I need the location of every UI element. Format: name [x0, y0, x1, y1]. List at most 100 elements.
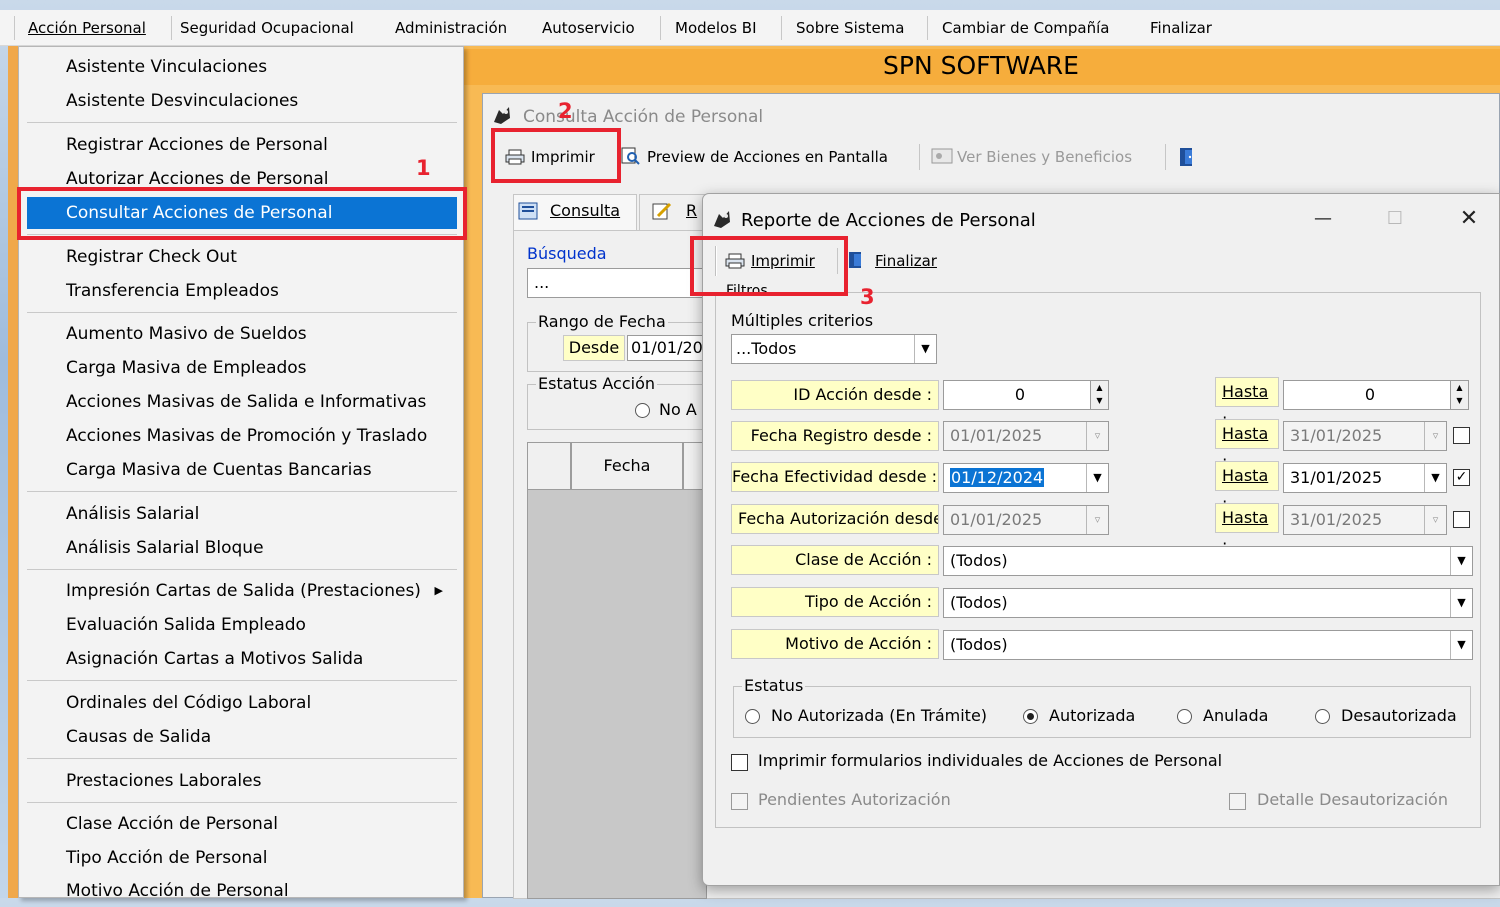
menu-separator [27, 680, 457, 681]
menu-item-analisis-salarial[interactable]: Análisis Salarial [27, 498, 457, 530]
menu-item-transferencia-empleados[interactable]: Transferencia Empleados [27, 275, 457, 307]
exit-door-icon [847, 249, 869, 268]
menu-cambiar-compania[interactable]: Cambiar de Compañía [934, 10, 1117, 46]
id-hasta-value: 0 [1364, 385, 1376, 404]
menu-item-asistente-vinculaciones[interactable]: Asistente Vinculaciones [27, 51, 457, 83]
radio-anulada[interactable] [1177, 709, 1192, 724]
menu-item-impresion-cartas-salida[interactable]: Impresión Cartas de Salida (Prestaciones… [27, 575, 457, 607]
reporte-finalizar-button[interactable]: Finalizar [847, 246, 937, 276]
menu-item-asistente-desvinculaciones[interactable]: Asistente Desvinculaciones [27, 85, 457, 117]
menu-item-analisis-salarial-bloque[interactable]: Análisis Salarial Bloque [27, 532, 457, 564]
menu-separator [27, 758, 457, 759]
menu-item-asignacion-cartas[interactable]: Asignación Cartas a Motivos Salida [27, 643, 457, 675]
motivo-accion-select[interactable]: (Todos) ▼ [943, 630, 1473, 660]
menu-item-prestaciones-laborales[interactable]: Prestaciones Laborales [27, 765, 457, 797]
menu-item-impresion-cartas-label: Impresión Cartas de Salida (Prestaciones… [66, 581, 421, 601]
menu-finalizar[interactable]: Finalizar [1142, 10, 1220, 46]
ver-bienes-button[interactable]: Ver Bienes y Beneficios [931, 142, 1132, 172]
main-menubar: Acción Personal Seguridad Ocupacional Ad… [0, 10, 1500, 46]
menu-autoservicio[interactable]: Autoservicio [534, 10, 643, 46]
menu-item-aumento-masivo[interactable]: Aumento Masivo de Sueldos [27, 318, 457, 350]
tab-second-label: R [686, 201, 698, 220]
grid-header-fecha[interactable]: Fecha [571, 442, 683, 490]
efectividad-enable-checkbox[interactable]: ✓ [1453, 469, 1470, 486]
clase-accion-value: (Todos) [950, 551, 1008, 570]
menu-separator [27, 122, 457, 123]
menu-item-acciones-masivas-promocion[interactable]: Acciones Masivas de Promoción y Traslado [27, 420, 457, 452]
menu-item-acciones-masivas-salida[interactable]: Acciones Masivas de Salida e Informativa… [27, 386, 457, 418]
pendientes-autorizacion-label: Pendientes Autorización [758, 790, 951, 809]
menu-item-tipo-accion[interactable]: Tipo Acción de Personal [27, 842, 457, 874]
spinner-icon[interactable]: ▲ ▼ [1450, 381, 1468, 409]
menu-seguridad-ocupacional[interactable]: Seguridad Ocupacional [172, 10, 362, 46]
clase-accion-label: Clase de Acción : [731, 545, 939, 575]
menu-separator [27, 569, 457, 570]
fecha-efectividad-label: Fecha Efectividad desde : [731, 462, 939, 492]
menu-item-evaluacion-salida[interactable]: Evaluación Salida Empleado [27, 609, 457, 641]
consulta-grid[interactable] [527, 442, 707, 899]
minimize-button[interactable]: — [1303, 194, 1343, 244]
chevron-down-icon: ▿ [1086, 506, 1108, 534]
autorizacion-enable-checkbox[interactable] [1453, 511, 1470, 528]
spinner-icon[interactable]: ▲ ▼ [1090, 381, 1108, 409]
menu-accion-personal[interactable]: Acción Personal [20, 10, 154, 46]
rango-fecha-label: Rango de Fecha [536, 312, 668, 331]
hasta-label: Hasta : [1215, 461, 1279, 513]
close-button[interactable]: ✕ [1449, 194, 1489, 244]
pendientes-autorizacion-checkbox[interactable] [731, 793, 748, 810]
tipo-accion-select[interactable]: (Todos) ▼ [943, 588, 1473, 618]
radio-no-autorizada[interactable] [745, 709, 760, 724]
menu-item-motivo-accion[interactable]: Motivo Acción de Personal [27, 875, 457, 907]
tab-consulta[interactable]: Consulta [513, 194, 637, 230]
menu-item-registrar-acciones[interactable]: Registrar Acciones de Personal [27, 129, 457, 161]
consulta-tab-icon [518, 202, 538, 220]
fecha-efectividad-hasta-input[interactable]: 31/01/2025 ▼ [1283, 463, 1447, 493]
menu-item-clase-accion[interactable]: Clase Acción de Personal [27, 808, 457, 840]
busqueda-input[interactable]: ... [527, 268, 707, 298]
criterios-select[interactable]: ...Todos ▼ [731, 334, 937, 364]
menu-modelos-bi[interactable]: Modelos BI [667, 10, 765, 46]
menu-sobre-sistema[interactable]: Sobre Sistema [788, 10, 912, 46]
registro-enable-checkbox[interactable] [1453, 427, 1470, 444]
menu-item-ordinales-codigo[interactable]: Ordinales del Código Laboral [27, 687, 457, 719]
menu-item-carga-masiva-empleados[interactable]: Carga Masiva de Empleados [27, 352, 457, 384]
motivo-accion-label: Motivo de Acción : [731, 629, 939, 659]
menubar-separator [927, 16, 928, 40]
chevron-down-icon: ▿ [1424, 506, 1446, 534]
menu-item-registrar-check-out[interactable]: Registrar Check Out [27, 241, 457, 273]
menu-administracion[interactable]: Administración [387, 10, 515, 46]
maximize-button[interactable]: ☐ [1375, 194, 1415, 244]
imprimir-formularios-checkbox[interactable] [731, 754, 748, 771]
fecha-autorizacion-label: Fecha Autorización desde [731, 504, 939, 534]
hasta-label: Hasta : [1215, 503, 1279, 555]
menu-item-carga-cuentas-bancarias[interactable]: Carga Masiva de Cuentas Bancarias [27, 454, 457, 486]
fecha-registro-hasta-input[interactable]: 31/01/2025 ▿ [1283, 421, 1447, 451]
no-autorizada-radio[interactable] [635, 403, 650, 418]
id-desde-value: 0 [1014, 385, 1026, 404]
radio-autorizada[interactable] [1023, 709, 1038, 724]
reporte-finalizar-label: Finalizar [875, 252, 937, 270]
clase-accion-select[interactable]: (Todos) ▼ [943, 546, 1473, 576]
exit-door-icon[interactable] [1177, 146, 1199, 168]
fecha-autorizacion-desde-input[interactable]: 01/01/2025 ▿ [943, 505, 1109, 535]
tab-consulta-label: Consulta [550, 201, 621, 220]
edit-tab-icon [652, 202, 672, 220]
menu-separator [27, 491, 457, 492]
preview-acciones-button[interactable]: Preview de Acciones en Pantalla [621, 142, 888, 172]
fecha-efectividad-desde-input[interactable]: 01/12/2024 ▼ [943, 463, 1109, 493]
menubar-separator [781, 16, 782, 40]
radio-desautorizada[interactable] [1315, 709, 1330, 724]
desde-input[interactable]: 01/01/20 [627, 335, 707, 361]
hasta-label: Hasta : [1215, 377, 1279, 429]
radio-autorizada-label: Autorizada [1049, 706, 1136, 725]
fecha-registro-desde-input[interactable]: 01/01/2025 ▿ [943, 421, 1109, 451]
submenu-arrow-icon: ▶ [434, 584, 443, 597]
id-accion-desde-input[interactable]: 0 ▲ ▼ [943, 380, 1109, 410]
detalle-desautorizacion-checkbox[interactable] [1229, 793, 1246, 810]
id-accion-hasta-input[interactable]: 0 ▲ ▼ [1283, 380, 1469, 410]
hasta-label: Hasta : [1215, 419, 1279, 471]
autorizacion-hasta-value: 31/01/2025 [1290, 510, 1383, 529]
preview-acciones-label: Preview de Acciones en Pantalla [647, 148, 889, 166]
menu-item-causas-salida[interactable]: Causas de Salida [27, 721, 457, 753]
fecha-autorizacion-hasta-input[interactable]: 31/01/2025 ▿ [1283, 505, 1447, 535]
